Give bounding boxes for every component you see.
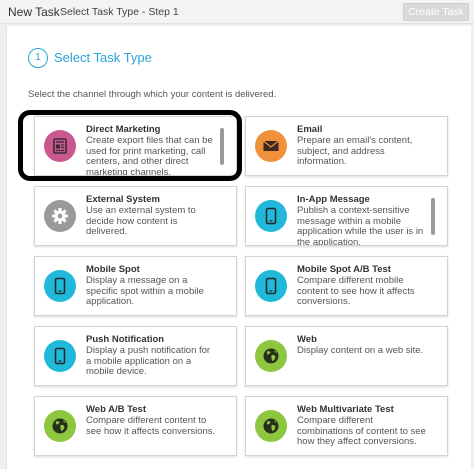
mobile-icon: [44, 270, 76, 302]
task-card-direct-marketing[interactable]: Direct Marketing Create export files tha…: [34, 116, 237, 176]
card-title: Web A/B Test: [86, 404, 146, 415]
card-title: Direct Marketing: [86, 124, 161, 135]
step-number-badge: 1: [28, 48, 48, 68]
top-bar: New Task Select Task Type - Step 1 Creat…: [0, 0, 474, 24]
task-card-web[interactable]: Web Display content on a web site.: [245, 326, 448, 386]
task-card-mobile-spot-ab-test[interactable]: Mobile Spot A/B Test Compare different m…: [245, 256, 448, 316]
task-type-panel: 1 Select Task Type Select the channel th…: [6, 26, 471, 469]
gear-icon: [44, 200, 76, 232]
instructions-text: Select the channel through which your co…: [28, 89, 277, 100]
mobile-icon: [255, 270, 287, 302]
page-title: New Task: [8, 5, 60, 19]
globe-icon: [44, 410, 76, 442]
mobile-icon: [44, 340, 76, 372]
task-card-in-app-message[interactable]: In-App Message Publish a context-sensiti…: [245, 186, 448, 246]
card-title: Web: [297, 334, 317, 345]
card-description: Compare different combinations of conten…: [297, 415, 426, 447]
card-title: Mobile Spot: [86, 264, 140, 275]
card-description: Prepare an email's content, subject, and…: [297, 135, 413, 167]
card-description: Display a push notification for a mobile…: [86, 345, 211, 377]
create-task-button[interactable]: Create Task: [403, 3, 469, 21]
task-card-mobile-spot[interactable]: Mobile Spot Display a message on a speci…: [34, 256, 237, 316]
card-description: Create export files that can be used for…: [86, 135, 213, 176]
card-title: External System: [86, 194, 160, 205]
card-description: Use an external system to decide how con…: [86, 205, 196, 237]
card-title: Web Multivariate Test: [297, 404, 394, 415]
globe-icon: [255, 340, 287, 372]
card-scrollbar[interactable]: [431, 198, 435, 235]
mobile-icon: [255, 200, 287, 232]
task-card-web-multivariate-test[interactable]: Web Multivariate Test Compare different …: [245, 396, 448, 456]
globe-icon: [255, 410, 287, 442]
task-card-external-system[interactable]: External System Use an external system t…: [34, 186, 237, 246]
task-card-push-notification[interactable]: Push Notification Display a push notific…: [34, 326, 237, 386]
step-title: Select Task Type: [54, 50, 152, 65]
step-breadcrumb: Select Task Type - Step 1: [60, 6, 179, 18]
card-description: Compare different content to see how it …: [86, 415, 216, 437]
card-title: Push Notification: [86, 334, 165, 345]
card-title: Email: [297, 124, 323, 135]
card-scrollbar[interactable]: [220, 128, 224, 165]
card-title: In-App Message: [297, 194, 370, 205]
card-description: Compare different mobile content to see …: [297, 275, 415, 307]
card-title: Mobile Spot A/B Test: [297, 264, 391, 275]
card-description: Display a message on a specific spot wit…: [86, 275, 204, 307]
email-icon: [255, 130, 287, 162]
task-card-web-ab-test[interactable]: Web A/B Test Compare different content t…: [34, 396, 237, 456]
card-description: Display content on a web site.: [297, 345, 424, 356]
direct-marketing-icon: [44, 130, 76, 162]
card-description: Publish a context-sensitive message with…: [297, 205, 424, 246]
task-card-email[interactable]: Email Prepare an email's content, subjec…: [245, 116, 448, 176]
